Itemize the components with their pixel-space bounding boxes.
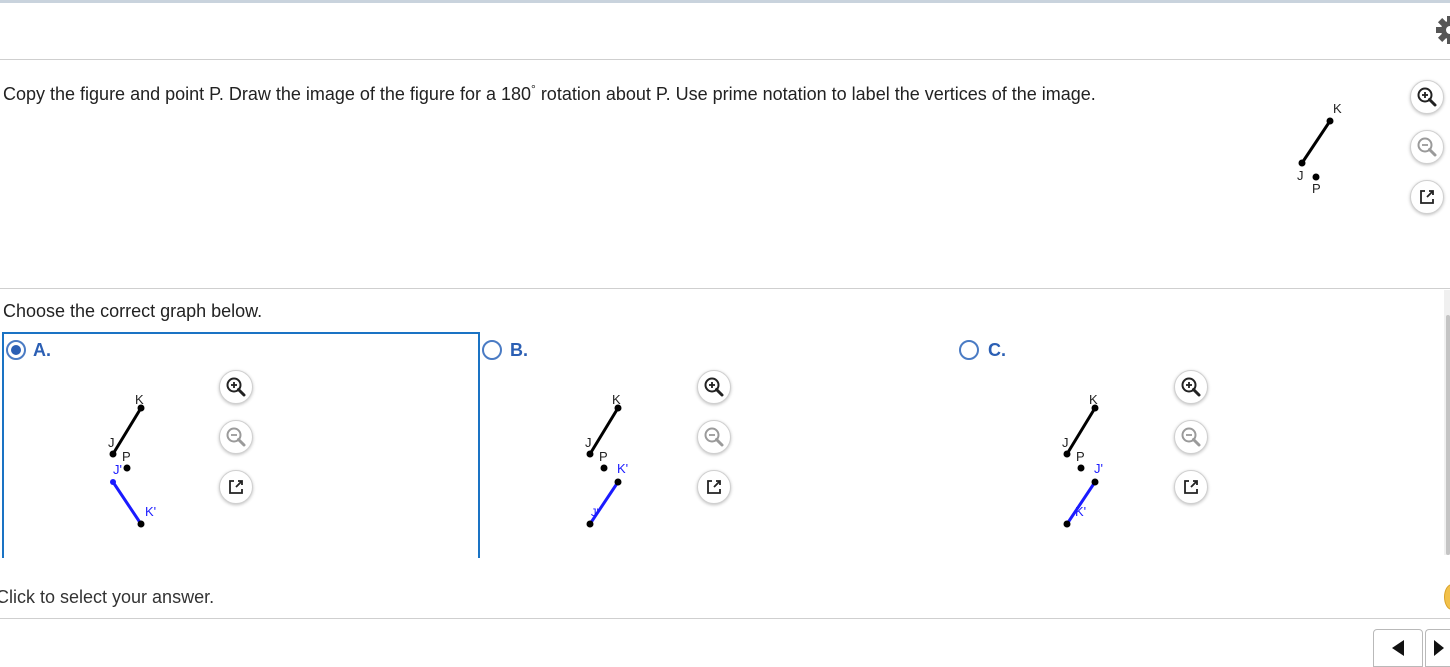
option-b-zoom-in-button[interactable]: [697, 370, 731, 404]
option-c-label-jp: J': [1094, 461, 1103, 476]
option-a-point-j: [109, 450, 117, 458]
option-b-label-k: K: [612, 392, 621, 407]
option-a-popout-button[interactable]: [219, 470, 253, 504]
prev-arrow-icon: [1392, 640, 1404, 656]
gear-icon[interactable]: [1432, 12, 1450, 53]
option-c-label[interactable]: C.: [988, 340, 1006, 360]
point-j: [1298, 159, 1306, 167]
divider-bottom: [0, 618, 1450, 619]
option-b-label-kp: K': [617, 461, 628, 476]
option-c-graph: K J P J' K': [1062, 392, 1103, 528]
option-b-radio[interactable]: [482, 340, 502, 360]
question-figure: K J P: [1297, 101, 1342, 196]
option-a-label-j: J: [108, 435, 115, 450]
option-a-zoom-in-button[interactable]: [219, 370, 253, 404]
option-a-point-jp: [110, 479, 116, 485]
point-p: [1312, 173, 1320, 181]
option-b-zoom-out-button[interactable]: [697, 420, 731, 454]
question-text: Copy the figure and point P. Draw the im…: [3, 82, 1096, 104]
question-zoom-out-button[interactable]: [1410, 130, 1444, 164]
option-b-label-jp: J': [591, 507, 599, 519]
next-button[interactable]: [1425, 629, 1450, 667]
option-c-popout-button[interactable]: [1174, 470, 1208, 504]
popout-icon: [229, 480, 243, 494]
popout-icon: [1420, 190, 1434, 204]
option-b-point-j: [586, 450, 594, 458]
option-a-label[interactable]: A.: [33, 340, 51, 360]
option-b-point-p: [600, 464, 608, 472]
divider-middle: [0, 288, 1450, 289]
zoom-out-icon: [1181, 427, 1201, 447]
zoom-out-icon: [704, 427, 724, 447]
option-a-radio[interactable]: [6, 340, 26, 360]
option-b-segment-jk: [588, 407, 620, 455]
question-popout-button[interactable]: [1410, 180, 1444, 214]
zoom-in-icon: [1417, 87, 1437, 107]
label-p: P: [1312, 181, 1321, 196]
options-scrollbar-thumb[interactable]: [1446, 315, 1450, 555]
option-b-label-j: J: [585, 435, 592, 450]
option-c-label-p: P: [1076, 449, 1085, 464]
option-a-label-p: P: [122, 449, 131, 464]
option-a-label-kp: K': [145, 504, 156, 519]
option-c-zoom-in-button[interactable]: [1174, 370, 1208, 404]
option-a-segment-jk: [111, 407, 143, 455]
option-c-point-p: [1077, 464, 1085, 472]
label-j: J: [1297, 168, 1304, 183]
option-a-label-jp: J': [113, 462, 122, 477]
option-a-point-p: [123, 464, 131, 472]
popout-icon: [707, 480, 721, 494]
prev-button[interactable]: [1373, 629, 1423, 667]
option-a-zoom-out-button[interactable]: [219, 420, 253, 454]
point-k: [1326, 117, 1334, 125]
option-b-popout-button[interactable]: [697, 470, 731, 504]
option-a-point-kp: [137, 520, 145, 528]
label-k: K: [1333, 101, 1342, 116]
option-b-point-kp: [614, 478, 622, 486]
option-b-label-p: P: [599, 449, 608, 464]
footer-instruction: Click to select your answer.: [0, 587, 215, 607]
option-c-point-j: [1063, 450, 1071, 458]
option-c-point-kp: [1063, 520, 1071, 528]
zoom-in-icon: [704, 377, 724, 397]
option-c-label-kp: K': [1075, 504, 1086, 519]
option-a-segment-jpkp: [111, 481, 143, 525]
option-c-point-jp: [1091, 478, 1099, 486]
help-badge-icon[interactable]: [1444, 584, 1450, 610]
question-zoom-in-button[interactable]: [1410, 80, 1444, 114]
choose-prompt: Choose the correct graph below.: [3, 301, 263, 321]
option-c-label-k: K: [1089, 392, 1098, 407]
option-b-label[interactable]: B.: [510, 340, 528, 360]
divider-top: [0, 59, 1450, 60]
top-border: [0, 0, 1450, 3]
option-c-segment-jk: [1065, 407, 1097, 455]
option-c-zoom-out-button[interactable]: [1174, 420, 1208, 454]
zoom-out-icon: [226, 427, 246, 447]
next-arrow-icon: [1434, 640, 1444, 656]
option-a-graph: K J P J' K': [108, 392, 156, 528]
option-b-point-jp: [586, 520, 594, 528]
popout-icon: [1184, 480, 1198, 494]
segment-jk: [1300, 120, 1332, 164]
option-a-label-k: K: [135, 392, 144, 407]
option-c-label-j: J: [1062, 435, 1069, 450]
option-c-radio[interactable]: [959, 340, 979, 360]
zoom-in-icon: [226, 377, 246, 397]
option-b-graph: K J P K' J': [585, 392, 628, 528]
zoom-in-icon: [1181, 377, 1201, 397]
zoom-out-icon: [1417, 137, 1437, 157]
